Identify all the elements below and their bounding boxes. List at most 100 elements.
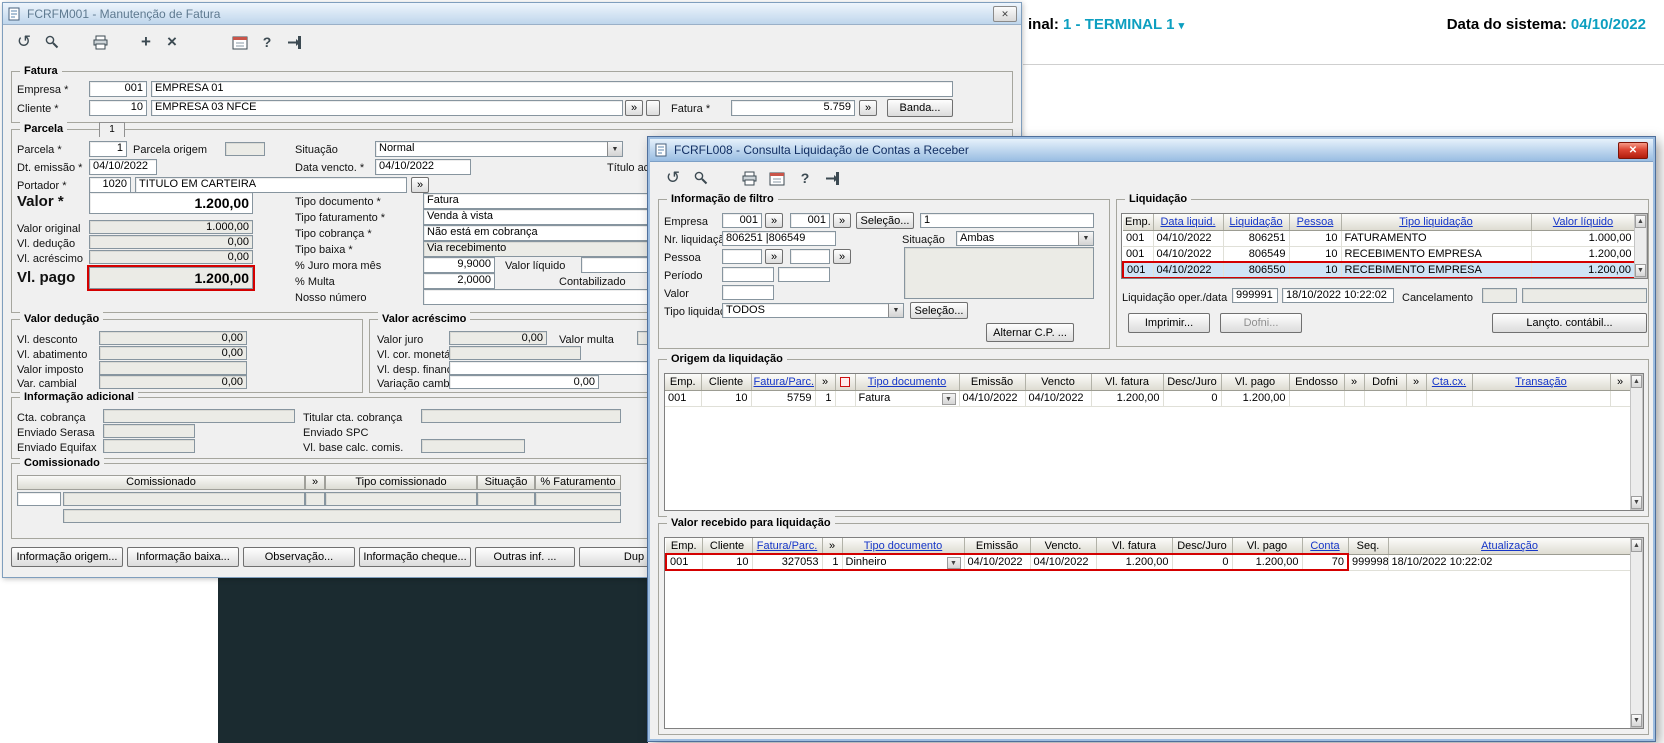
- column-header[interactable]: Liquidação: [1223, 214, 1290, 231]
- cell[interactable]: 04/10/2022: [1153, 246, 1224, 263]
- valor-field[interactable]: 1.200,00: [89, 192, 253, 214]
- periodo-to-field[interactable]: [778, 267, 830, 282]
- column-header[interactable]: Emissão: [964, 538, 1031, 555]
- cell[interactable]: [1426, 390, 1473, 407]
- column-header[interactable]: Fatura/Parc.: [752, 538, 823, 555]
- scroll-down-button[interactable]: ▼: [1635, 264, 1646, 277]
- dropdown-arrow-icon[interactable]: ▼: [946, 556, 961, 568]
- pessoa-to-field[interactable]: [790, 249, 830, 264]
- scroll-down-button[interactable]: ▼: [1631, 714, 1642, 727]
- nr-liquidacao-field[interactable]: 806251 |806549: [722, 231, 836, 246]
- table-row[interactable]: 001 04/10/2022 806251 10 FATURAMENTO 1.000,00: [1123, 230, 1636, 247]
- column-header[interactable]: Vencto.: [1030, 538, 1097, 555]
- cell[interactable]: 10: [1289, 246, 1342, 263]
- cell[interactable]: [1472, 390, 1611, 407]
- title-bar[interactable]: FCRFL008 - Consulta Liquidação de Contas…: [650, 139, 1653, 162]
- column-header[interactable]: Seq.: [1348, 538, 1389, 555]
- empresa-code-field[interactable]: 001: [89, 81, 147, 97]
- column-header[interactable]: Dofni: [1364, 374, 1407, 391]
- cell[interactable]: 1.000,00: [1531, 230, 1636, 247]
- cell[interactable]: 1.200,00: [1531, 246, 1636, 263]
- pessoa-from-field[interactable]: [722, 249, 762, 264]
- column-header[interactable]: Cliente: [701, 374, 752, 391]
- cliente-code-field[interactable]: 10: [89, 100, 147, 116]
- cell[interactable]: 001: [1122, 261, 1154, 278]
- column-header[interactable]: Cliente: [702, 538, 753, 555]
- cell[interactable]: 0: [1172, 553, 1233, 571]
- cell[interactable]: 1: [815, 390, 836, 407]
- cell[interactable]: 1: [822, 553, 843, 571]
- fatura-lookup-button[interactable]: »: [859, 100, 877, 116]
- cell[interactable]: 10: [702, 553, 753, 571]
- undo-button[interactable]: ↺: [13, 31, 35, 53]
- column-header[interactable]: % Faturamento: [535, 475, 621, 490]
- juro-mora-field[interactable]: 9,9000: [423, 257, 495, 273]
- cell[interactable]: [1364, 390, 1407, 407]
- alternar-cp-button[interactable]: Alternar C.P. ...: [986, 323, 1074, 342]
- selecao-empresa-button[interactable]: Seleção...: [856, 212, 914, 229]
- cell[interactable]: ▼ Fatura: [855, 390, 960, 407]
- cell[interactable]: 18/10/2022 10:22:02: [1388, 554, 1632, 571]
- informacao-cheque-button[interactable]: Informação cheque...: [359, 547, 471, 567]
- help-button[interactable]: ?: [256, 31, 278, 53]
- cell[interactable]: 1.200,00: [1096, 553, 1173, 571]
- informacao-baixa-button[interactable]: Informação baixa...: [127, 547, 239, 567]
- cell[interactable]: 0: [1163, 390, 1222, 407]
- column-header[interactable]: Desc/Juro: [1163, 374, 1222, 391]
- cell[interactable]: RECEBIMENTO EMPRESA: [1341, 261, 1532, 278]
- cell[interactable]: 5759: [751, 390, 816, 407]
- close-button[interactable]: ✕: [1618, 142, 1648, 159]
- column-header[interactable]: Vl. fatura: [1096, 538, 1173, 555]
- dropdown-arrow-icon[interactable]: ▼: [607, 142, 622, 156]
- column-header[interactable]: Emp.: [1123, 214, 1154, 231]
- search-button[interactable]: [690, 167, 712, 189]
- pessoa-to-lookup-button[interactable]: »: [833, 249, 851, 264]
- cell[interactable]: 001: [1123, 246, 1154, 263]
- dt-emissao-field[interactable]: 04/10/2022: [89, 159, 157, 175]
- column-header[interactable]: Valor líquido: [1531, 214, 1636, 231]
- column-header[interactable]: »: [822, 538, 843, 555]
- column-header[interactable]: Transação: [1472, 374, 1611, 391]
- tipo-liquidacao-select[interactable]: TODOS ▼: [722, 303, 904, 318]
- add-button[interactable]: +: [135, 31, 157, 53]
- cell[interactable]: [835, 390, 856, 407]
- cell[interactable]: RECEBIMENTO EMPRESA: [1341, 246, 1532, 263]
- column-header[interactable]: »: [1344, 374, 1365, 391]
- scrollbar[interactable]: ▲ ▼: [1630, 538, 1643, 728]
- column-header[interactable]: Data liquid.: [1153, 214, 1224, 231]
- search-button[interactable]: [41, 31, 63, 53]
- title-bar[interactable]: FCRFM001 - Manutenção de Fatura ✕: [3, 3, 1021, 25]
- cell[interactable]: 327053: [752, 553, 823, 571]
- outras-inf-button[interactable]: Outras inf. ...: [475, 547, 575, 567]
- dropdown-arrow-icon[interactable]: ▼: [941, 392, 956, 405]
- print-button[interactable]: [738, 167, 760, 189]
- scroll-up-button[interactable]: ▲: [1631, 539, 1642, 552]
- portador-lookup-button[interactable]: »: [411, 177, 429, 193]
- cell[interactable]: 1.200,00: [1221, 390, 1290, 407]
- table-row[interactable]: 001 10 327053 1 ▼ Dinheiro 04/10/2022 04/10/202…: [665, 553, 1632, 571]
- situacao-select[interactable]: Normal ▼: [375, 141, 623, 157]
- help-button[interactable]: ?: [794, 167, 816, 189]
- column-header[interactable]: Atualização: [1388, 538, 1632, 555]
- pessoa-from-lookup-button[interactable]: »: [765, 249, 783, 264]
- cell[interactable]: 001: [1123, 230, 1154, 247]
- valor-field[interactable]: [722, 285, 774, 300]
- column-header[interactable]: »: [305, 475, 325, 490]
- cell[interactable]: 1.200,00: [1091, 390, 1164, 407]
- liquidacao-oper-field[interactable]: 999991: [1232, 288, 1278, 303]
- chevron-down-icon[interactable]: ▾: [1179, 20, 1185, 32]
- terminal-value[interactable]: 1 - TERMINAL 1: [1063, 16, 1174, 33]
- cell[interactable]: 04/10/2022: [1030, 553, 1097, 571]
- banda-button[interactable]: Banda...: [887, 99, 953, 117]
- cell[interactable]: 999998: [1348, 554, 1389, 571]
- cell[interactable]: 1.200,00: [1232, 553, 1303, 571]
- cell[interactable]: 04/10/2022: [1153, 261, 1224, 278]
- scroll-up-button[interactable]: ▲: [1631, 375, 1642, 388]
- portador-code-field[interactable]: 1020: [89, 177, 131, 193]
- dofni-button[interactable]: Dofni...: [1220, 313, 1302, 333]
- parcela-field[interactable]: 1: [89, 141, 127, 157]
- cell[interactable]: 04/10/2022: [1153, 230, 1224, 247]
- column-header[interactable]: Situação: [477, 475, 535, 490]
- multa-field[interactable]: 2,0000: [423, 273, 495, 289]
- column-header[interactable]: Emissão: [959, 374, 1026, 391]
